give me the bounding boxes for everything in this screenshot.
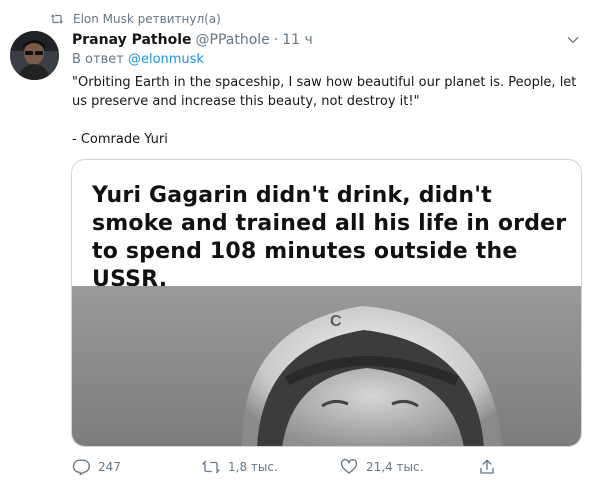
reply-icon [72,459,90,476]
share-button[interactable] [478,458,504,476]
retweet-button[interactable]: 1,8 тыс. [202,458,340,476]
reply-to: В ответ @elonmusk [72,52,204,67]
retweet-banner-text: Elon Musk ретвитнул(а) [73,12,221,26]
reply-count: 247 [98,460,121,474]
retweet-icon [202,460,220,474]
retweet-icon [50,14,64,24]
tweet-text: "Orbiting Earth in the spaceship, I saw … [72,73,584,168]
tweet-quote: "Orbiting Earth in the spaceship, I saw … [72,75,577,109]
tweet-actions: 247 1,8 тыс. 21,4 тыс. [72,455,512,479]
like-count: 21,4 тыс. [366,460,424,474]
reply-prefix: В ответ [72,52,124,67]
media-photo: C [72,286,581,446]
chevron-down-icon[interactable] [566,33,580,47]
tweet-header: Pranay Pathole @PPathole · 11 ч [72,30,582,50]
author-name[interactable]: Pranay Pathole [72,32,192,48]
tweet-time[interactable]: 11 ч [282,32,313,48]
avatar[interactable] [10,31,59,80]
like-button[interactable]: 21,4 тыс. [340,458,478,476]
tweet-attribution: - Comrade Yuri [72,132,168,147]
heart-icon [340,459,358,474]
tweet-media[interactable]: Yuri Gagarin didn't drink, didn't smoke … [71,159,582,447]
separator-dot: · [273,32,279,48]
share-icon [480,459,494,474]
reply-button[interactable]: 247 [72,458,202,476]
retweet-banner[interactable]: Elon Musk ретвитнул(а) [50,10,221,28]
retweet-count: 1,8 тыс. [228,460,278,474]
reply-mention-link[interactable]: @elonmusk [128,52,204,67]
media-caption: Yuri Gagarin didn't drink, didn't smoke … [92,183,567,292]
author-handle[interactable]: @PPathole [196,32,270,48]
svg-text:C: C [330,313,342,330]
avatar-image [10,31,59,80]
